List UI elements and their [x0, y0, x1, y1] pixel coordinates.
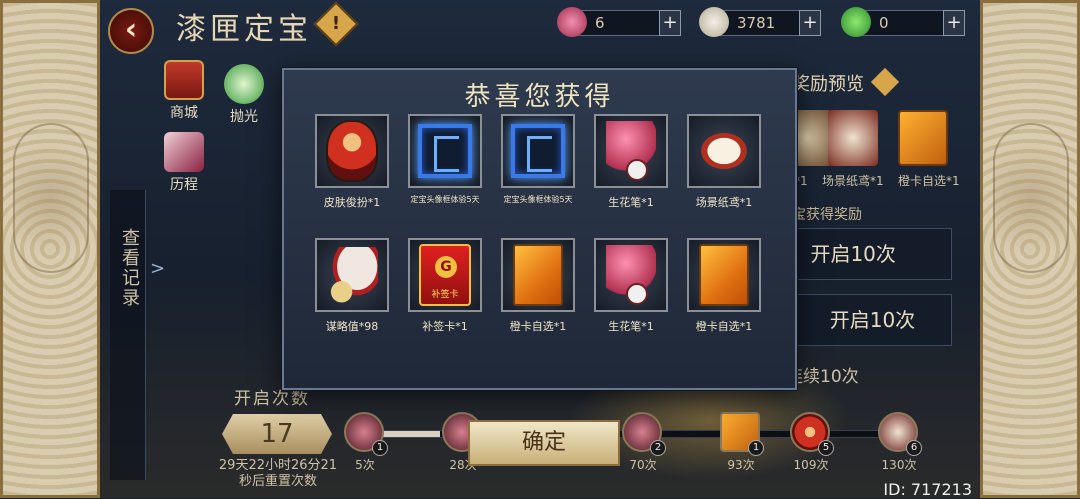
milestone-badge: 6	[906, 440, 922, 456]
milestone-badge: 2	[650, 440, 666, 456]
polish-icon	[224, 64, 264, 104]
reward-card[interactable]: 定宝头像框体验5天	[407, 114, 483, 214]
reward-name: 谋略值*98	[325, 320, 379, 333]
game-stage: ‹ 漆匣定宝 ! 6 + 3781 + 0 + 商城 抛光 历程 查看记录 > …	[100, 0, 980, 498]
player-id: ID: 717213	[883, 480, 972, 499]
dragon-pattern	[13, 123, 89, 273]
right-ornate-border	[980, 0, 1080, 498]
page-title: 漆匣定宝	[176, 12, 312, 47]
blossom-brush-icon	[606, 245, 656, 305]
resource-plum: 6 +	[557, 7, 681, 37]
resource-jade-value: 0	[879, 14, 889, 32]
paper-kite-icon	[695, 128, 753, 174]
milestone-label: 70次	[629, 458, 657, 472]
reward-name: 生花笔*1	[608, 196, 654, 209]
sidebar-item-polish[interactable]: 抛光	[218, 64, 270, 126]
feather-fan-icon	[326, 247, 378, 303]
shop-icon	[164, 60, 204, 100]
chevron-left-icon: ‹	[124, 12, 138, 47]
resource-silver: 3781 +	[699, 7, 821, 37]
add-silver-button[interactable]: +	[799, 10, 821, 36]
add-plum-button[interactable]: +	[659, 10, 681, 36]
open-label: 开启10次	[810, 242, 896, 266]
orange-card-icon	[699, 244, 749, 306]
sidebar-item-label: 历程	[170, 177, 198, 193]
reward-name: 橙卡自选*1	[509, 320, 567, 333]
reward-card[interactable]: 补签卡*1	[407, 238, 483, 338]
reward-name: 定宝头像框体验5天	[503, 195, 573, 204]
milestone-label: 93次	[727, 458, 755, 472]
reward-name: 定宝头像框体验5天	[410, 195, 480, 204]
add-jade-button[interactable]: +	[943, 10, 965, 36]
reward-grid: 皮肤俊扮*1 定宝头像框体验5天 定宝头像框体验5天 生花笔*1 场景纸鸢*1 …	[314, 114, 770, 338]
milestone-label: 109次	[793, 458, 829, 472]
reward-card[interactable]: 生花笔*1	[593, 114, 669, 214]
milestone-node[interactable]: 2	[622, 412, 666, 456]
resource-silver-value: 3781	[737, 14, 776, 32]
popup-title: 恭喜您获得	[464, 82, 615, 112]
milestone-label: 130次	[881, 458, 917, 472]
reward-card[interactable]: 皮肤俊扮*1	[314, 114, 390, 214]
resource-jade: 0 +	[841, 7, 965, 37]
reward-card[interactable]: 橙卡自选*1	[500, 238, 576, 338]
milestone-node[interactable]: 1	[344, 412, 388, 456]
opera-mask-icon	[326, 120, 378, 182]
reward-name: 皮肤俊扮*1	[323, 196, 381, 209]
sign-card-icon	[419, 244, 471, 306]
sidebar-item-label: 商城	[170, 105, 198, 121]
reward-info-icon[interactable]	[870, 67, 900, 97]
milestone-label: 5次	[355, 458, 375, 472]
chevron-right-icon[interactable]: >	[150, 258, 165, 279]
reward-name: 生花笔*1	[608, 320, 654, 333]
reset-timer: 29天22小时26分21秒后重置次数	[218, 458, 338, 489]
milestone-node[interactable]: 5	[790, 412, 834, 456]
dragon-pattern	[993, 123, 1069, 273]
silver-coin-icon	[699, 7, 729, 37]
reward-popup: 恭喜您获得 皮肤俊扮*1 定宝头像框体验5天 定宝头像框体验5天 生花笔*1 场…	[282, 68, 797, 390]
warning-icon[interactable]: !	[313, 1, 359, 47]
open-count-value: 17	[222, 414, 332, 454]
milestone-badge: 1	[748, 440, 764, 456]
open-label: 开启10次	[829, 308, 916, 332]
reward-card[interactable]: 场景纸鸢*1	[686, 114, 762, 214]
milestone-badge: 1	[372, 440, 388, 456]
reward-card[interactable]: 定宝头像框体验5天	[500, 114, 576, 214]
orange-card-icon	[898, 110, 948, 166]
milestone-node[interactable]: 1	[720, 412, 764, 456]
jade-icon	[841, 7, 871, 37]
reward-card[interactable]: 生花笔*1	[593, 238, 669, 338]
paper-kite-icon	[828, 110, 878, 166]
back-button[interactable]: ‹	[108, 8, 154, 54]
avatar-frame-icon	[418, 124, 472, 178]
confirm-button[interactable]: 确定	[468, 420, 620, 466]
preview-caption: 橙卡自选*1	[898, 174, 960, 188]
history-icon	[164, 132, 204, 172]
orange-card-icon	[513, 244, 563, 306]
avatar-frame-icon	[511, 124, 565, 178]
milestone-badge: 5	[818, 440, 834, 456]
left-ornate-border	[0, 0, 100, 498]
sidebar-item-label: 抛光	[230, 109, 258, 125]
reward-card[interactable]: 橙卡自选*1	[686, 238, 762, 338]
reward-name: 补签卡*1	[422, 320, 468, 333]
plum-blossom-icon	[557, 7, 587, 37]
sidebar-item-shop[interactable]: 商城	[158, 60, 210, 122]
blossom-brush-icon	[606, 121, 656, 181]
milestone-node[interactable]: 6	[878, 412, 922, 456]
resource-plum-value: 6	[595, 14, 605, 32]
sidebar-item-history[interactable]: 历程	[158, 132, 210, 194]
box-reward-label: 宝获得奖励	[792, 207, 862, 223]
reward-name: 橙卡自选*1	[695, 320, 753, 333]
reward-card[interactable]: 谋略值*98	[314, 238, 390, 338]
reward-name: 场景纸鸢*1	[695, 196, 753, 209]
preview-caption: 场景纸鸢*1	[822, 174, 884, 188]
view-records-button[interactable]: 查看记录	[116, 228, 140, 308]
reward-preview-title: 奖励预览	[792, 74, 864, 95]
